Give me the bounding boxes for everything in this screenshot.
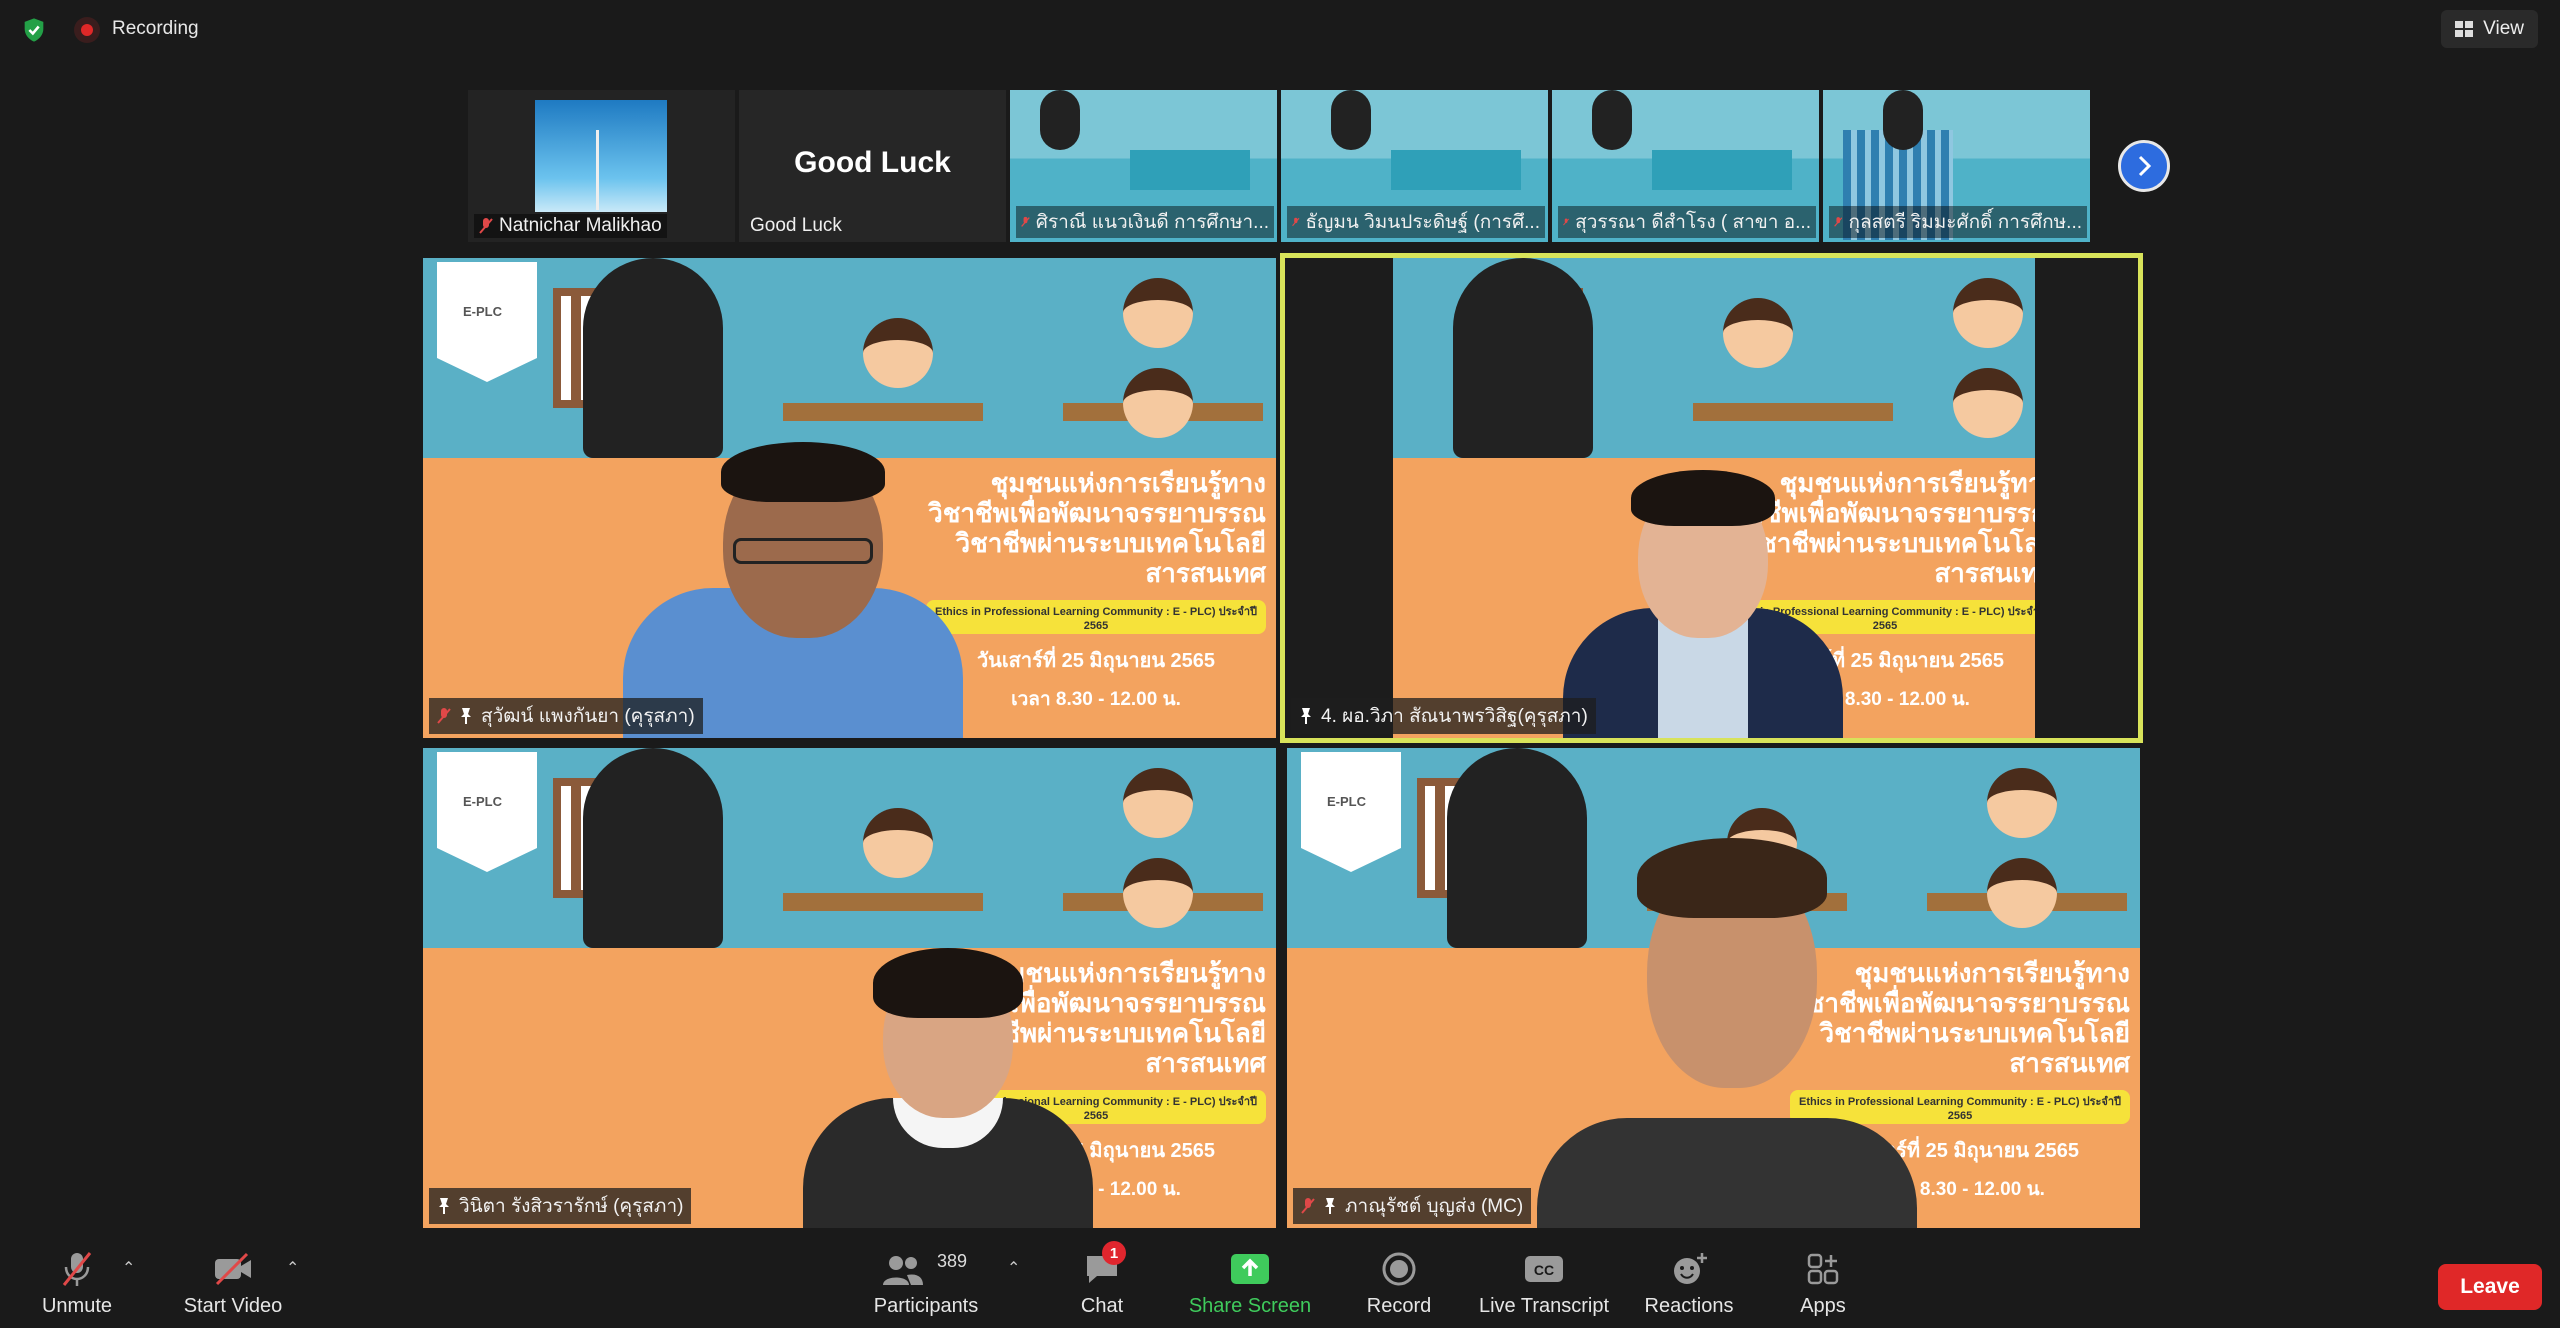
participant-video bbox=[1543, 458, 1863, 738]
apps-button[interactable]: Apps bbox=[1748, 1249, 1898, 1318]
recording-label: Recording bbox=[112, 18, 199, 39]
participant-name: Natnichar Malikhao bbox=[499, 215, 662, 236]
meeting-toolbar: Unmute ⌃ Start Video ⌃ 389 Participants … bbox=[0, 1232, 2560, 1328]
muted-mic-icon bbox=[1834, 217, 1843, 227]
reactions-button[interactable]: Reactions bbox=[1614, 1249, 1764, 1318]
participant-thumbnail[interactable]: ศิราณี แนวเงินดี การศึกษา... bbox=[1010, 90, 1277, 242]
participant-name: ธัญมน วิมนประดิษฐ์ (การศึ... bbox=[1305, 212, 1540, 233]
participants-icon bbox=[883, 1256, 923, 1285]
apps-label: Apps bbox=[1800, 1295, 1846, 1317]
participants-options-caret-icon[interactable]: ⌃ bbox=[1007, 1258, 1020, 1278]
e-plc-logo bbox=[437, 752, 537, 872]
chat-unread-badge: 1 bbox=[1102, 1241, 1126, 1265]
participant-nameplate: วินิตา รังสิวรารักษ์ (คุรุสภา) bbox=[429, 1188, 692, 1224]
participant-thumbnail[interactable]: สุวรรณา ดีสำโรง ( สาขา อ... bbox=[1552, 90, 1819, 242]
participants-count: 389 bbox=[937, 1251, 968, 1271]
top-bar: Recording View bbox=[0, 0, 2560, 60]
participant-thumbnail[interactable]: Natnichar Malikhao bbox=[468, 90, 735, 242]
participant-video bbox=[603, 408, 983, 738]
pin-icon bbox=[461, 708, 471, 724]
muted-mic-icon bbox=[1021, 216, 1030, 227]
participant-name: วินิตา รังสิวรารักษ์ (คุรุสภา) bbox=[459, 1196, 684, 1217]
view-button[interactable]: View bbox=[2441, 10, 2538, 48]
chat-button[interactable]: 1 Chat bbox=[1027, 1241, 1177, 1318]
participant-nameplate: 4. ผอ.วิภา สัณนาพรวิสิฐ(คุรุสภา) bbox=[1291, 698, 1596, 734]
muted-mic-icon bbox=[1292, 217, 1300, 227]
security-shield-icon[interactable] bbox=[20, 16, 48, 44]
participants-label: Participants bbox=[873, 1295, 979, 1317]
video-tile[interactable]: ชุมชนแห่งการเรียนรู้ทางวิชาชีพเพื่อพัฒนา… bbox=[423, 748, 1276, 1228]
participant-name: 4. ผอ.วิภา สัณนาพรวิสิฐ(คุรุสภา) bbox=[1321, 706, 1588, 727]
participant-thumbnail[interactable]: Good Luck Good Luck bbox=[739, 90, 1006, 242]
participant-video bbox=[783, 928, 1113, 1228]
record-button[interactable]: Record bbox=[1324, 1249, 1474, 1318]
video-tile[interactable]: ชุมชนแห่งการเรียนรู้ทางวิชาชีพเพื่อพัฒนา… bbox=[423, 258, 1276, 738]
leave-button[interactable]: Leave bbox=[2438, 1264, 2542, 1310]
share-screen-icon bbox=[1231, 1254, 1269, 1284]
muted-mic-icon bbox=[1301, 1198, 1315, 1214]
participant-display-text: Good Luck bbox=[794, 146, 951, 179]
share-screen-button[interactable]: Share Screen bbox=[1175, 1249, 1325, 1318]
muted-mic-icon bbox=[62, 1252, 92, 1286]
start-video-label: Start Video bbox=[183, 1295, 283, 1317]
pin-icon bbox=[1325, 1198, 1335, 1214]
closed-captions-icon: CC bbox=[1525, 1256, 1563, 1282]
participant-name: ภาณุรัชต์ บุญส่ง (MC) bbox=[1345, 1196, 1524, 1217]
participant-name: กุลสตรี ริมมะศักดิ์ การศึกษ... bbox=[1848, 212, 2082, 233]
participant-name: สุวรรณา ดีสำโรง ( สาขา อ... bbox=[1575, 212, 1811, 233]
live-transcript-button[interactable]: CC Live Transcript bbox=[1469, 1249, 1619, 1318]
next-page-button[interactable] bbox=[2118, 140, 2170, 192]
participant-strip: Natnichar Malikhao Good Luck Good Luck ศ… bbox=[468, 90, 2090, 242]
audio-options-caret-icon[interactable]: ⌃ bbox=[122, 1258, 135, 1278]
pin-icon bbox=[439, 1198, 449, 1214]
video-options-caret-icon[interactable]: ⌃ bbox=[286, 1258, 299, 1278]
apps-icon bbox=[1807, 1253, 1839, 1285]
participant-name: ศิราณี แนวเงินดี การศึกษา... bbox=[1035, 212, 1269, 233]
muted-mic-icon bbox=[1563, 218, 1570, 226]
chevron-right-icon bbox=[2138, 155, 2152, 177]
record-icon bbox=[1382, 1252, 1416, 1286]
participant-nameplate: สุวัฒน์ แพงกันยา (คุรุสภา) bbox=[429, 698, 703, 734]
live-transcript-label: Live Transcript bbox=[1478, 1295, 1610, 1317]
muted-mic-icon bbox=[437, 708, 451, 724]
e-plc-logo bbox=[1301, 752, 1401, 872]
participant-name: Good Luck bbox=[750, 215, 842, 236]
video-tile-active-speaker[interactable]: ชุมชนแห่งการเรียนรู้ทางวิชาชีพเพื่อพัฒนา… bbox=[1280, 253, 2143, 743]
chat-label: Chat bbox=[1080, 1295, 1124, 1317]
video-off-icon bbox=[215, 1252, 251, 1286]
reactions-label: Reactions bbox=[1644, 1295, 1734, 1317]
participant-thumbnail[interactable]: กุลสตรี ริมมะศักดิ์ การศึกษ... bbox=[1823, 90, 2090, 242]
e-plc-logo bbox=[437, 262, 537, 382]
participant-name: สุวัฒน์ แพงกันยา (คุรุสภา) bbox=[481, 706, 695, 727]
pin-icon bbox=[1301, 708, 1311, 724]
participants-button[interactable]: 389 Participants bbox=[851, 1249, 1001, 1318]
participant-thumbnail[interactable]: ธัญมน วิมนประดิษฐ์ (การศึ... bbox=[1281, 90, 1548, 242]
video-tile[interactable]: ชุมชนแห่งการเรียนรู้ทางวิชาชีพเพื่อพัฒนา… bbox=[1287, 748, 2140, 1228]
unmute-label: Unmute bbox=[41, 1295, 113, 1317]
reactions-emoji-icon bbox=[1674, 1253, 1707, 1284]
svg-text:CC: CC bbox=[1534, 1262, 1554, 1278]
participant-video bbox=[1537, 828, 1917, 1228]
record-label: Record bbox=[1366, 1295, 1432, 1317]
share-screen-label: Share Screen bbox=[1188, 1295, 1312, 1317]
muted-mic-icon bbox=[479, 218, 493, 234]
view-label: View bbox=[2483, 18, 2524, 39]
recording-indicator-icon bbox=[74, 17, 100, 43]
participant-nameplate: ภาณุรัชต์ บุญส่ง (MC) bbox=[1293, 1188, 1532, 1224]
grid-view-icon bbox=[2455, 21, 2474, 37]
